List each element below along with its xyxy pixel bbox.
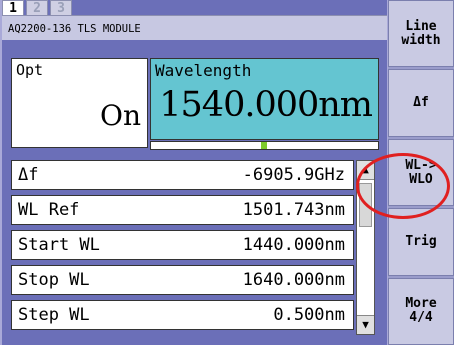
opt-label: Opt bbox=[16, 61, 44, 79]
wavelength-position-bar bbox=[150, 141, 379, 150]
list-item-stop-wl[interactable]: Stop WL 1640.000nm bbox=[11, 265, 354, 295]
row-value: 0.500nm bbox=[273, 305, 345, 325]
row-label: Stop WL bbox=[18, 270, 90, 290]
parameter-list: Δf -6905.9GHz WL Ref 1501.743nm Start WL… bbox=[11, 160, 354, 335]
module-title: AQ2200-136 TLS MODULE bbox=[2, 15, 387, 40]
wavelength-panel[interactable]: Wavelength 1540.000nm bbox=[150, 58, 379, 140]
row-value: -6905.9GHz bbox=[242, 165, 345, 185]
row-value: 1501.743nm bbox=[242, 200, 345, 220]
highlight-circle bbox=[356, 153, 450, 219]
wavelength-indicator bbox=[261, 142, 267, 149]
row-value: 1640.000nm bbox=[242, 270, 345, 290]
tab-bar: 1 2 3 bbox=[2, 0, 72, 16]
list-item-wl-ref[interactable]: WL Ref 1501.743nm bbox=[11, 195, 354, 225]
row-label: Δf bbox=[18, 165, 39, 185]
tab-2[interactable]: 2 bbox=[26, 0, 48, 16]
tab-1[interactable]: 1 bbox=[2, 0, 24, 16]
opt-panel[interactable]: Opt On bbox=[11, 58, 148, 148]
list-item-step-wl[interactable]: Step WL 0.500nm bbox=[11, 300, 354, 330]
wavelength-value: 1540.000nm bbox=[159, 85, 373, 125]
row-value: 1440.000nm bbox=[242, 235, 345, 255]
more-softkey[interactable]: More 4/4 bbox=[388, 277, 454, 345]
linewidth-softkey[interactable]: Line width bbox=[388, 0, 454, 68]
opt-value: On bbox=[100, 99, 141, 132]
row-label: Step WL bbox=[18, 305, 90, 325]
wavelength-label: Wavelength bbox=[155, 61, 252, 80]
scroll-down-icon[interactable]: ▼ bbox=[357, 315, 374, 334]
delta-f-softkey[interactable]: Δf bbox=[388, 69, 454, 137]
row-label: Start WL bbox=[18, 235, 100, 255]
list-item-start-wl[interactable]: Start WL 1440.000nm bbox=[11, 230, 354, 260]
tab-3[interactable]: 3 bbox=[50, 0, 72, 16]
list-item-delta-f[interactable]: Δf -6905.9GHz bbox=[11, 160, 354, 190]
row-label: WL Ref bbox=[18, 200, 80, 220]
